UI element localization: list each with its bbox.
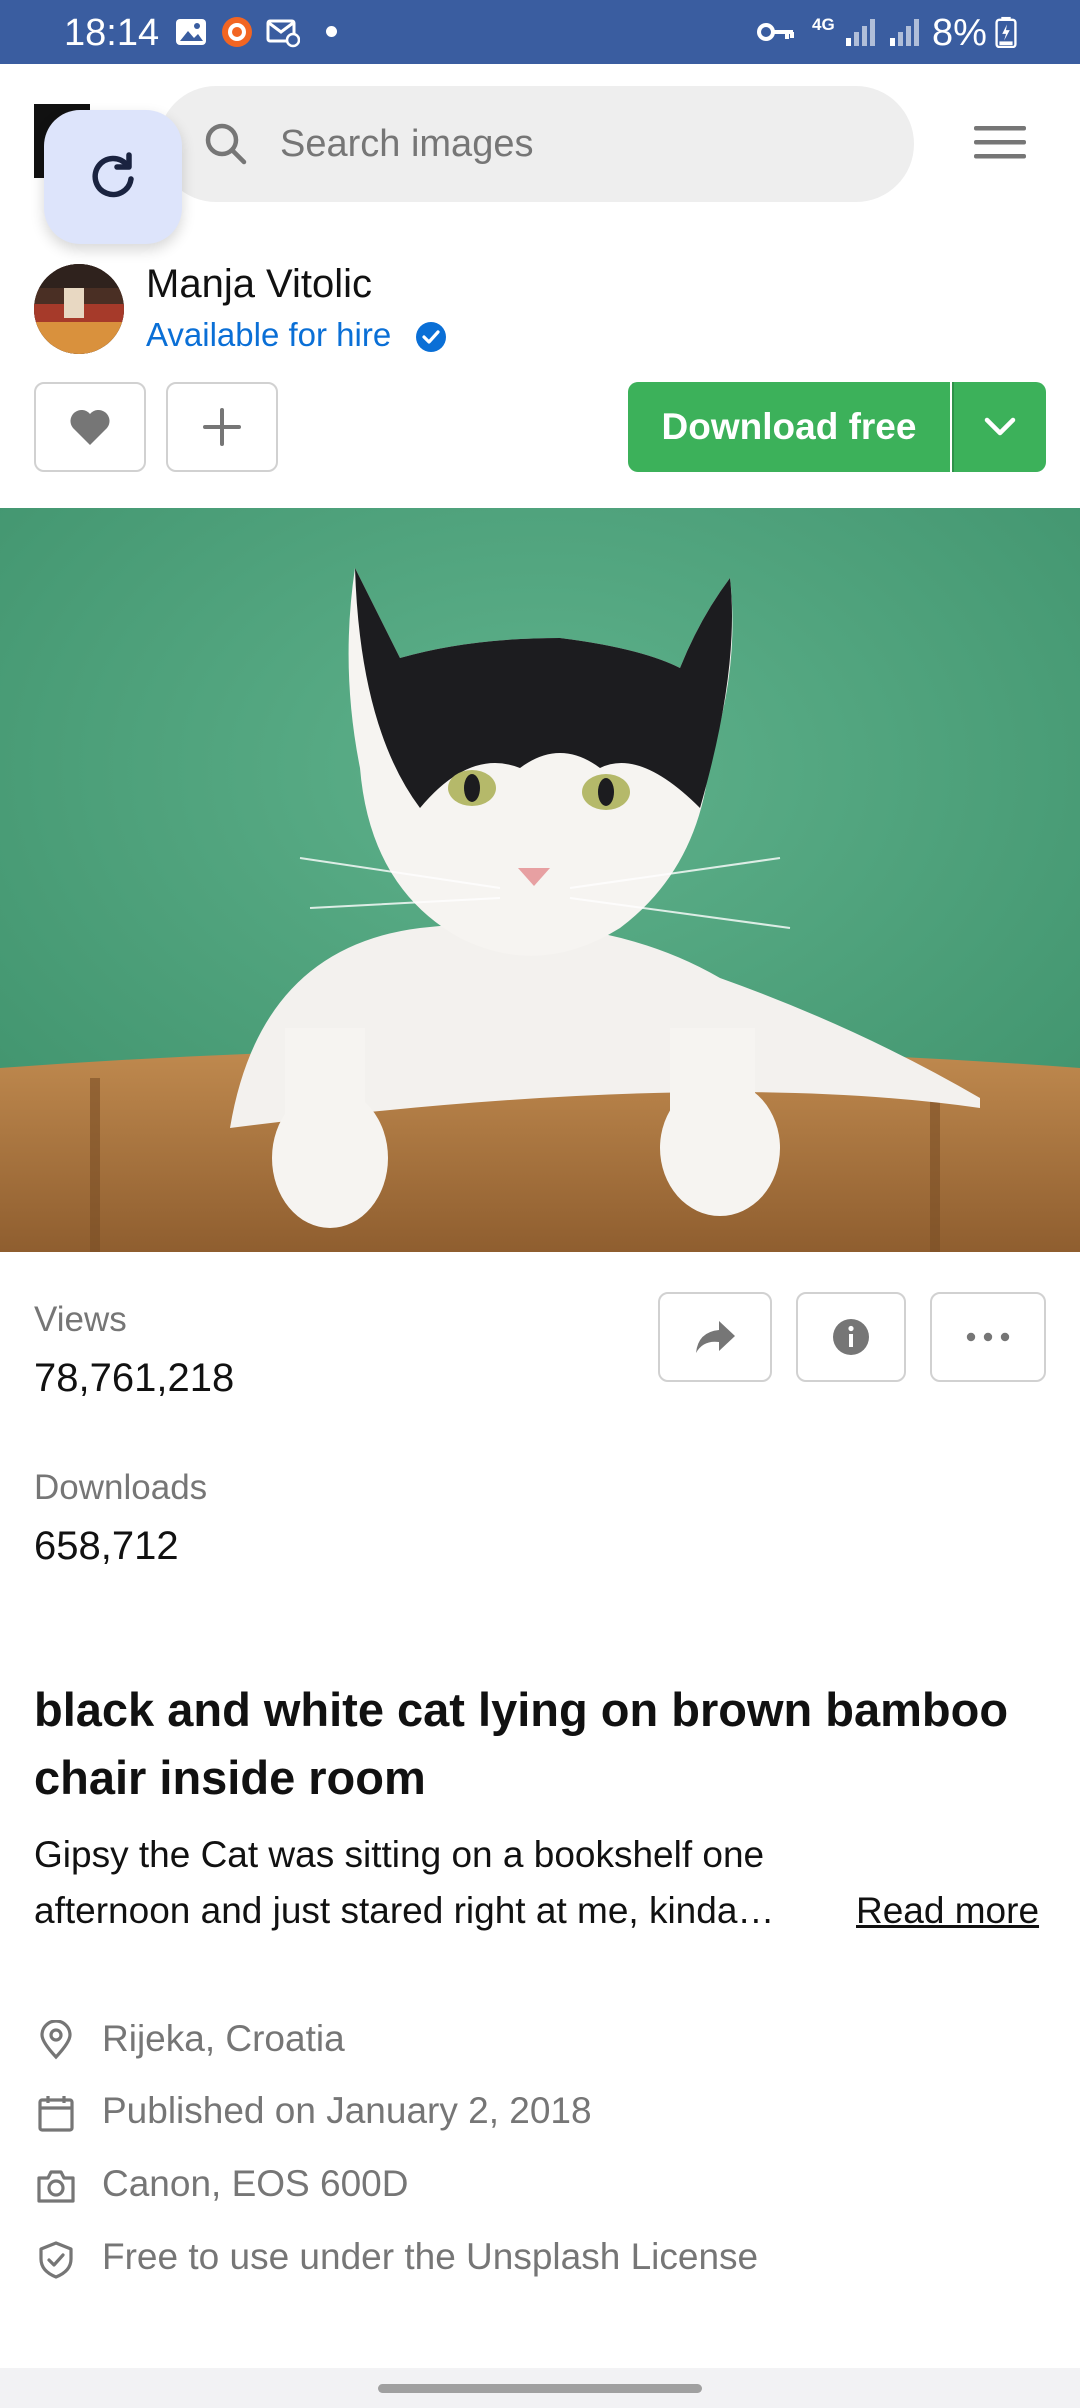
photo-title: black and white cat lying on brown bambo… <box>34 1676 1034 1812</box>
reload-icon <box>92 152 134 198</box>
share-button[interactable] <box>658 1292 772 1382</box>
add-to-collection-button[interactable] <box>166 382 278 472</box>
available-for-hire-link[interactable]: Available for hire <box>146 316 391 354</box>
network-type-label: 4G <box>812 15 835 34</box>
info-icon <box>833 1319 869 1355</box>
vpn-key-icon <box>757 23 794 41</box>
search-input[interactable] <box>280 114 880 174</box>
search-icon <box>205 123 247 165</box>
home-gesture-handle[interactable] <box>378 2384 702 2393</box>
chevron-down-icon <box>984 417 1016 436</box>
mail-settings-icon <box>266 19 300 48</box>
status-bar: 18:14 4G 8% <box>0 0 1080 64</box>
views-label: Views <box>34 1300 127 1339</box>
search-bar[interactable] <box>158 86 914 202</box>
photo-title-line-1: black and white cat lying on brown bambo… <box>34 1683 1009 1736</box>
battery-icon <box>995 16 1017 48</box>
battery-percent: 8% <box>932 12 987 54</box>
downloads-label: Downloads <box>34 1468 208 1507</box>
shield-check-icon <box>39 2241 73 2279</box>
info-button[interactable] <box>796 1292 906 1382</box>
system-navigation-bar <box>0 2368 1080 2408</box>
download-free-button[interactable]: Download free <box>628 382 950 472</box>
status-time: 18:14 <box>64 12 160 54</box>
location-pin-icon <box>40 2020 72 2060</box>
photo-title-line-2: chair inside room <box>34 1751 426 1804</box>
reload-button[interactable] <box>44 110 182 244</box>
download-options-button[interactable] <box>952 382 1046 472</box>
more-dots-icon <box>966 1332 1010 1342</box>
notification-dot <box>326 26 337 37</box>
views-value: 78,761,218 <box>34 1356 235 1400</box>
main-photo[interactable] <box>0 508 1080 1252</box>
description-line-2: afternoon and just stared right at me, k… <box>34 1890 775 1931</box>
downloads-value: 658,712 <box>34 1524 179 1568</box>
plus-icon <box>203 408 241 446</box>
verified-check-icon <box>416 322 446 352</box>
recorder-icon <box>222 17 252 47</box>
signal-icon-2 <box>890 19 919 46</box>
gallery-icon <box>176 19 206 45</box>
description-line-1: Gipsy the Cat was sitting on a bookshelf… <box>34 1834 765 1875</box>
location-text[interactable]: Rijeka, Croatia <box>102 2018 345 2060</box>
read-more-link[interactable]: Read more <box>856 1890 1039 1932</box>
camera-icon <box>37 2170 75 2203</box>
calendar-icon <box>38 2096 74 2132</box>
hamburger-menu-icon[interactable] <box>972 118 1028 168</box>
like-button[interactable] <box>34 382 146 472</box>
camera-text[interactable]: Canon, EOS 600D <box>102 2163 408 2205</box>
more-options-button[interactable] <box>930 1292 1046 1382</box>
share-arrow-icon <box>696 1321 735 1353</box>
author-avatar[interactable] <box>34 264 124 354</box>
author-name[interactable]: Manja Vitolic <box>146 262 372 307</box>
signal-icon <box>846 19 875 46</box>
published-date-text: Published on January 2, 2018 <box>102 2090 592 2131</box>
heart-icon <box>70 409 110 445</box>
license-text[interactable]: Free to use under the Unsplash License <box>102 2236 758 2278</box>
